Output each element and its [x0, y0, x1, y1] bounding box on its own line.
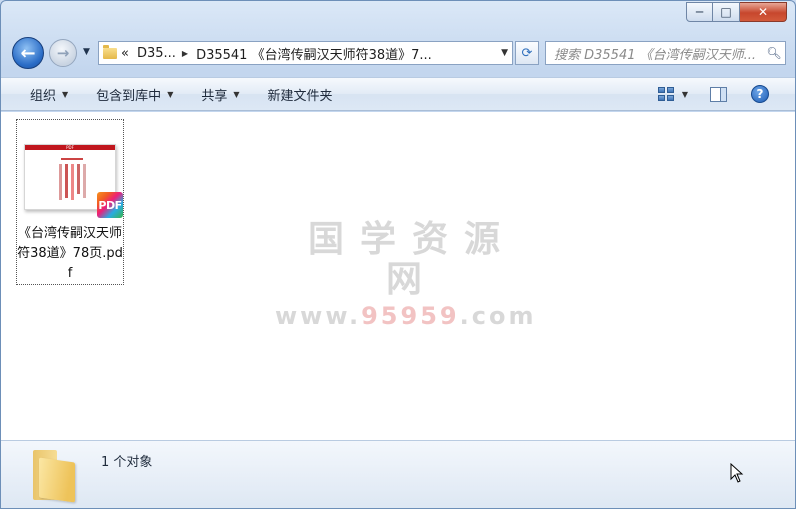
forward-button[interactable]: → [49, 39, 77, 67]
organize-menu[interactable]: 组织 ▼ [1, 78, 82, 110]
dropdown-arrow-icon: ▼ [233, 89, 240, 99]
watermark-url: www.95959.com [275, 302, 537, 330]
address-dropdown-icon[interactable]: ▼ [501, 48, 508, 58]
breadcrumb-item-current[interactable]: D35541 《台湾传嗣汉天师符38道》7... [196, 44, 432, 63]
file-list[interactable]: PDF PDF 《台湾传嗣汉天师符38道》78页.pdf 国学资源网 www.9… [1, 112, 795, 440]
breadcrumb-item-parent[interactable]: D35... [137, 46, 176, 61]
back-arrow-icon: ← [20, 42, 36, 64]
file-name: 《台湾传嗣汉天师符38道》78页.pdf [17, 226, 123, 281]
change-view-icon[interactable] [657, 87, 674, 101]
maximize-button[interactable]: □ [713, 2, 740, 22]
navigation-bar: ← → ▼ « D35... ▶ D35541 《台湾传嗣汉天师符38道》7..… [1, 37, 795, 71]
close-button[interactable]: ✕ [740, 2, 787, 22]
preview-pane-icon[interactable] [710, 86, 727, 102]
watermark-title: 国学资源网 [307, 219, 516, 300]
item-count: 1 个对象 [101, 455, 153, 470]
pdf-file-icon: PDF [97, 192, 123, 218]
search-input[interactable]: 搜索 D35541 《台湾传嗣汉天师... 🔍︎ [545, 41, 786, 65]
details-pane: 1 个对象 [1, 440, 795, 508]
search-icon[interactable]: 🔍︎ [763, 46, 785, 60]
pdf-thumbnail: PDF PDF [24, 144, 123, 218]
caption-buttons: ─ □ ✕ [686, 2, 787, 22]
watermark: 国学资源网 www.95959.com [275, 219, 537, 331]
share-menu[interactable]: 共享 ▼ [187, 78, 253, 110]
folder-icon [33, 450, 75, 503]
folder-icon [99, 42, 121, 64]
share-label: 共享 [201, 88, 228, 104]
new-folder-label: 新建文件夹 [267, 88, 333, 104]
new-folder-button[interactable]: 新建文件夹 [254, 78, 347, 110]
breadcrumb-overflow[interactable]: « [121, 46, 129, 61]
breadcrumb: « D35... ▶ D35541 《台湾传嗣汉天师符38道》7... [121, 44, 432, 63]
dropdown-arrow-icon: ▼ [167, 89, 174, 99]
search-placeholder: 搜索 D35541 《台湾传嗣汉天师... [554, 47, 757, 63]
refresh-icon: ⟳ [521, 45, 533, 61]
refresh-button[interactable]: ⟳ [515, 41, 539, 65]
command-bar: 组织 ▼ 包含到库中 ▼ 共享 ▼ 新建文件夹 ▼ ? [1, 77, 795, 111]
recent-pages-dropdown[interactable]: ▼ [83, 47, 90, 57]
include-in-library-label: 包含到库中 [96, 88, 162, 104]
thumbnail-page-content [57, 156, 87, 204]
thumbnail-header: PDF [66, 145, 74, 150]
chevron-right-icon[interactable]: ▶ [182, 49, 188, 58]
address-bar[interactable]: « D35... ▶ D35541 《台湾传嗣汉天师符38道》7... ▼ [98, 41, 513, 65]
back-button[interactable]: ← [12, 37, 44, 69]
file-item[interactable]: PDF PDF 《台湾传嗣汉天师符38道》78页.pdf [16, 119, 124, 285]
view-options-dropdown-icon[interactable]: ▼ [682, 90, 688, 99]
minimize-button[interactable]: ─ [686, 2, 713, 22]
help-icon[interactable]: ? [751, 85, 769, 103]
mouse-cursor-icon [730, 463, 744, 483]
organize-label: 组织 [30, 88, 57, 104]
explorer-window: ─ □ ✕ ← → ▼ « D35... ▶ D35541 《台湾传嗣汉天师符3… [0, 0, 796, 509]
dropdown-arrow-icon: ▼ [62, 89, 69, 99]
include-in-library-menu[interactable]: 包含到库中 ▼ [82, 78, 187, 110]
forward-arrow-icon: → [56, 44, 70, 62]
